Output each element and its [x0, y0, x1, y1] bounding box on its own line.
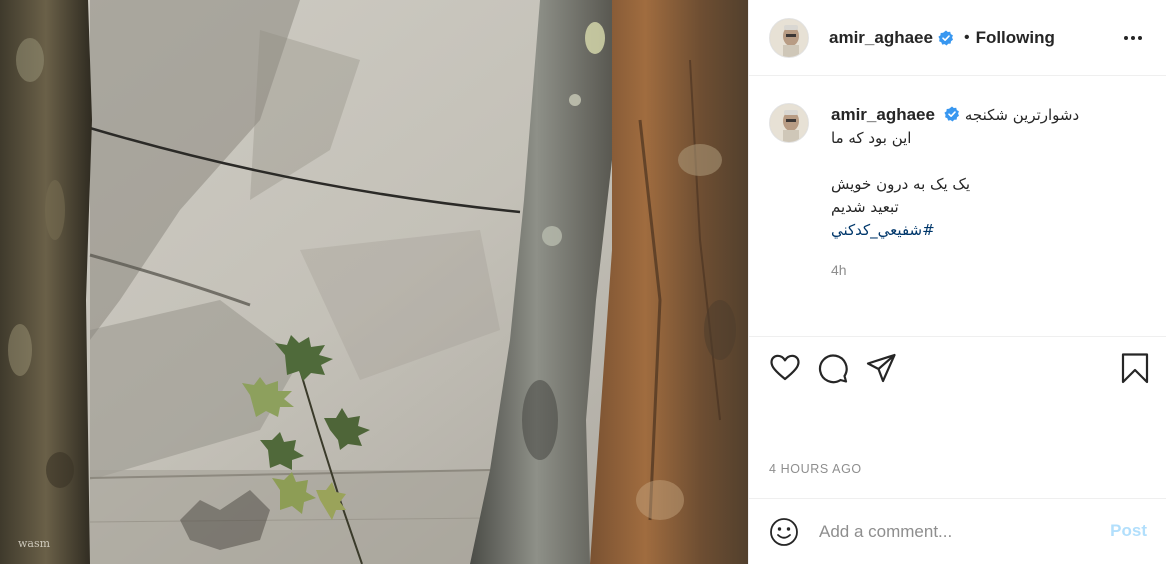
caption-line: تبعید شدیم: [831, 198, 899, 216]
verified-badge-icon: [944, 106, 960, 122]
paper-plane-icon[interactable]: [865, 352, 897, 384]
caption-line: این بود که ما: [831, 129, 912, 147]
caption-line: یک یک به درون خویش: [831, 175, 970, 193]
post-timestamp[interactable]: 4 HOURS AGO: [769, 462, 862, 476]
post-header: amir_aghaee • Following: [749, 0, 1166, 76]
caption-time[interactable]: 4h: [831, 259, 1131, 282]
verified-badge-icon: [938, 30, 953, 45]
header-username[interactable]: amir_aghaee: [829, 28, 933, 48]
post-image: wasm: [0, 0, 748, 564]
comment-bubble-icon[interactable]: [817, 352, 849, 384]
smiley-icon[interactable]: [769, 517, 799, 547]
caption-username[interactable]: amir_aghaee: [831, 105, 935, 124]
bookmark-icon[interactable]: [1119, 352, 1151, 384]
add-comment-bar: Post: [749, 498, 1166, 564]
post-photo[interactable]: wasm: [0, 0, 748, 564]
photo-signature: wasm: [18, 537, 51, 550]
more-options-icon[interactable]: [1121, 26, 1145, 50]
caption-avatar[interactable]: [769, 103, 809, 143]
comment-input[interactable]: [819, 521, 1099, 542]
caption-line: دشوارترین شکنجه: [964, 106, 1080, 124]
comments-section: amir_aghaee دشوارترین شکنجه این بود که م…: [749, 77, 1166, 337]
caption-line: [831, 150, 1131, 173]
post-button[interactable]: Post: [1110, 521, 1147, 541]
following-button[interactable]: Following: [976, 28, 1055, 48]
caption-comment: amir_aghaee دشوارترین شکنجه این بود که م…: [769, 103, 1131, 282]
post-sidebar: amir_aghaee • Following amir_aghaee دشوا…: [748, 0, 1166, 564]
avatar[interactable]: [769, 17, 809, 58]
hashtag-link[interactable]: #شفیعي_کدکني: [831, 221, 935, 239]
header-separator: •: [963, 28, 970, 46]
caption-body: amir_aghaee دشوارترین شکنجه این بود که م…: [831, 103, 1131, 282]
heart-icon[interactable]: [769, 352, 801, 384]
action-bar: [769, 352, 1149, 388]
